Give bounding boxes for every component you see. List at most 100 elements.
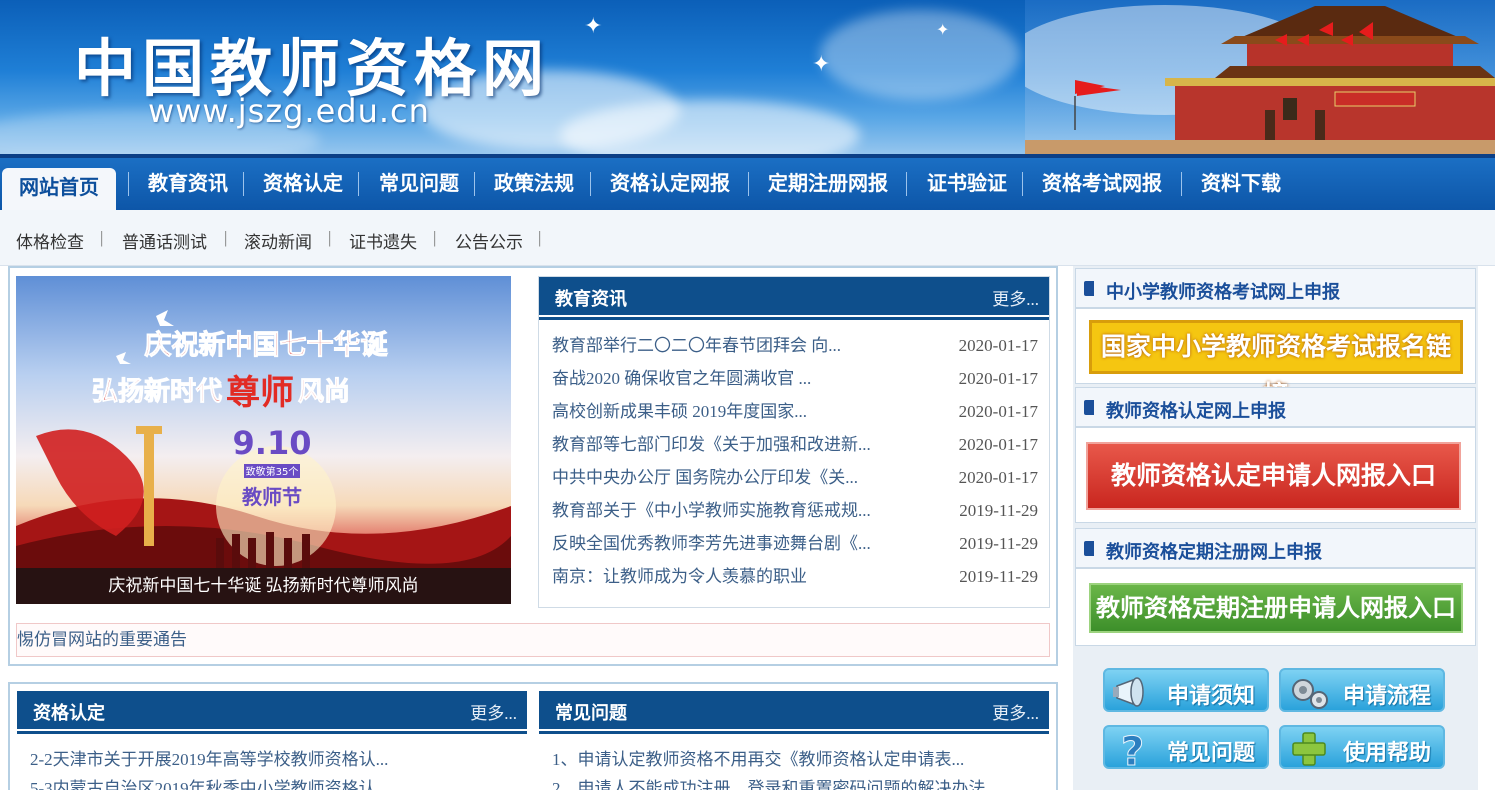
certification-panel-title: 资格认定 xyxy=(33,703,105,723)
subnav-separator: | xyxy=(224,228,228,247)
news-item-date: 2019-11-29 xyxy=(959,501,1038,520)
nav-separator xyxy=(128,172,129,196)
news-item-title[interactable]: 反映全国优秀教师李芳先进事迹舞台剧《... xyxy=(552,532,871,556)
nav-item-registration-online[interactable]: 定期注册网报 xyxy=(768,170,888,198)
nav-separator xyxy=(1022,172,1023,196)
cert-online-header: 教师资格认定网上申报 xyxy=(1075,387,1476,427)
featured-image-slide[interactable]: 庆祝新中国七十华诞 弘扬新时代 尊师 风尚 9.10 致敬第35个 教师节 庆祝… xyxy=(16,276,511,604)
main-nav: 网站首页 教育资讯 资格认定 常见问题 政策法规 资格认定网报 定期注册网报 证… xyxy=(0,158,1495,210)
site-url: www.jszg.edu.cn xyxy=(148,92,430,130)
nav-separator xyxy=(590,172,591,196)
exam-online-title: 中小学教师资格考试网上申报 xyxy=(1106,282,1340,302)
featured-image-caption[interactable]: 庆祝新中国七十华诞 弘扬新时代尊师风尚 xyxy=(16,568,511,604)
faq-panel-header: 常见问题 更多... xyxy=(539,691,1049,729)
faq-item-title[interactable]: 1、申请认定教师资格不用再交《教师资格认定申请表... xyxy=(552,748,964,772)
news-item-date: 2020-01-17 xyxy=(958,336,1038,355)
faq-item-title[interactable]: 2、申请人不能成功注册，登录和重置密码问题的解决办法... xyxy=(552,777,998,790)
nav-item-policy[interactable]: 政策法规 xyxy=(494,170,574,198)
certification-item-title[interactable]: 2-2天津市关于开展2019年高等学校教师资格认... xyxy=(30,748,388,772)
news-item-title[interactable]: 教育部举行二〇二〇年春节团拜会 向... xyxy=(552,334,841,358)
faq-panel-title: 常见问题 xyxy=(555,703,627,723)
subnav-item-announcements[interactable]: 公告公示 xyxy=(455,228,523,253)
site-banner: ✦ ✦ ✦ ✦ 中国教师资格网 www.jszg.edu.cn xyxy=(0,0,1495,158)
star-icon: ✦ xyxy=(812,52,831,77)
poster-headline-2b: 尊师 xyxy=(226,373,294,413)
tile-application-process[interactable]: 申请流程 xyxy=(1279,668,1445,712)
news-item[interactable]: 高校创新成果丰硕 2019年度国家... 2020-01-17 xyxy=(552,400,1038,424)
notice-link[interactable]: 惕仿冒网站的重要通告 xyxy=(17,624,187,656)
registration-application-entry-button[interactable]: 教师资格定期注册申请人网报入口 xyxy=(1089,583,1463,633)
nav-separator xyxy=(358,172,359,196)
certification-item[interactable]: 5-3内蒙古自治区2019年秋季中小学教师资格认... xyxy=(30,777,520,790)
news-item[interactable]: 中共中央办公厅 国务院办公厅印发《关... 2020-01-17 xyxy=(552,466,1038,490)
nav-separator xyxy=(748,172,749,196)
news-item[interactable]: 反映全国优秀教师李芳先进事迹舞台剧《... 2019-11-29 xyxy=(552,532,1038,556)
certification-item[interactable]: 2-2天津市关于开展2019年高等学校教师资格认... xyxy=(30,748,520,772)
news-item-title[interactable]: 南京：让教师成为令人羡慕的职业 xyxy=(552,565,807,589)
gears-icon xyxy=(1292,679,1328,709)
news-item[interactable]: 南京：让教师成为令人羡慕的职业 2019-11-29 xyxy=(552,565,1038,589)
cert-application-entry-button[interactable]: 教师资格认定申请人网报入口 xyxy=(1086,442,1461,510)
registration-online-header: 教师资格定期注册网上申报 xyxy=(1075,528,1476,568)
nav-item-cert-verify[interactable]: 证书验证 xyxy=(927,170,1007,198)
tile-label: 申请流程 xyxy=(1342,684,1431,709)
tile-faq[interactable]: ? 常见问题 xyxy=(1103,725,1269,769)
news-item-title[interactable]: 中共中央办公厅 国务院办公厅印发《关... xyxy=(552,466,858,490)
news-item-title[interactable]: 奋战2020 确保收官之年圆满收官 ... xyxy=(552,367,811,391)
news-item-date: 2020-01-17 xyxy=(958,435,1038,454)
news-more-link[interactable]: 更多... xyxy=(992,285,1039,310)
star-icon: ✦ xyxy=(936,20,950,39)
sub-nav: 体格检查 | 普通话测试 | 滚动新闻 | 证书遗失 | 公告公示 | xyxy=(0,210,1495,266)
news-panel-underline xyxy=(539,317,1049,320)
plus-icon xyxy=(1292,732,1326,766)
teachers-day-poster: 庆祝新中国七十华诞 弘扬新时代 尊师 风尚 9.10 致敬第35个 教师节 xyxy=(16,310,511,604)
tile-application-notice[interactable]: 申请须知 xyxy=(1103,668,1269,712)
nav-item-news[interactable]: 教育资讯 xyxy=(148,170,228,198)
news-item[interactable]: 教育部等七部门印发《关于加强和改进新... 2020-01-17 xyxy=(552,433,1038,457)
svg-text:?: ? xyxy=(1121,729,1144,769)
news-item[interactable]: 教育部举行二〇二〇年春节团拜会 向... 2020-01-17 xyxy=(552,334,1038,358)
nav-separator xyxy=(474,172,475,196)
faq-more-link[interactable]: 更多... xyxy=(992,699,1039,724)
nav-item-home[interactable]: 网站首页 xyxy=(2,168,116,210)
tiananmen-gate-illustration xyxy=(1025,0,1495,158)
section-marker-icon xyxy=(1084,400,1094,415)
nav-separator xyxy=(1181,172,1182,196)
certification-more-link[interactable]: 更多... xyxy=(470,699,517,724)
subnav-item-rolling-news[interactable]: 滚动新闻 xyxy=(244,228,312,253)
registration-online-title: 教师资格定期注册网上申报 xyxy=(1106,542,1322,562)
news-item-title[interactable]: 教育部关于《中小学教师实施教育惩戒规... xyxy=(552,499,871,523)
section-marker-icon xyxy=(1084,541,1094,556)
poster-headline-2a: 弘扬新时代 xyxy=(92,376,222,407)
news-item-date: 2020-01-17 xyxy=(958,402,1038,421)
news-panel-header: 教育资讯 更多... xyxy=(539,277,1049,315)
nav-item-cert-online[interactable]: 资格认定网报 xyxy=(610,170,730,198)
megaphone-icon xyxy=(1113,677,1144,707)
certification-item-title[interactable]: 5-3内蒙古自治区2019年秋季中小学教师资格认... xyxy=(30,777,388,790)
nav-item-faq[interactable]: 常见问题 xyxy=(379,170,459,198)
news-item-title[interactable]: 教育部等七部门印发《关于加强和改进新... xyxy=(552,433,871,457)
subnav-item-lost-certificate[interactable]: 证书遗失 xyxy=(349,228,417,253)
news-item[interactable]: 奋战2020 确保收官之年圆满收官 ... 2020-01-17 xyxy=(552,367,1038,391)
faq-panel-underline xyxy=(539,731,1049,734)
news-item-title[interactable]: 高校创新成果丰硕 2019年度国家... xyxy=(552,400,807,424)
subnav-separator: | xyxy=(538,228,542,247)
nav-item-exam-online[interactable]: 资格考试网报 xyxy=(1042,170,1162,198)
nav-item-certification[interactable]: 资格认定 xyxy=(263,170,343,198)
faq-item[interactable]: 1、申请认定教师资格不用再交《教师资格认定申请表... xyxy=(552,748,1042,772)
subnav-item-mandarin-test[interactable]: 普通话测试 xyxy=(122,228,207,253)
nav-item-downloads[interactable]: 资料下载 xyxy=(1201,170,1281,198)
tile-user-help[interactable]: 使用帮助 xyxy=(1279,725,1445,769)
certification-panel-underline xyxy=(17,731,527,734)
exam-registration-link-button[interactable]: 国家中小学教师资格考试报名链接 xyxy=(1089,320,1463,409)
news-item[interactable]: 教育部关于《中小学教师实施教育惩戒规... 2019-11-29 xyxy=(552,499,1038,523)
scrolling-notice: 惕仿冒网站的重要通告 xyxy=(16,623,1050,657)
star-icon: ✦ xyxy=(584,14,603,39)
question-mark-icon: ? xyxy=(1121,729,1145,769)
news-item-date: 2020-01-17 xyxy=(958,468,1038,487)
faq-item[interactable]: 2、申请人不能成功注册，登录和重置密码问题的解决办法... xyxy=(552,777,1042,790)
tile-label: 申请须知 xyxy=(1166,684,1255,709)
poster-badge: 致敬第35个 xyxy=(246,465,299,478)
subnav-item-physical-exam[interactable]: 体格检查 xyxy=(16,228,84,253)
poster-date: 9.10 xyxy=(233,424,312,462)
